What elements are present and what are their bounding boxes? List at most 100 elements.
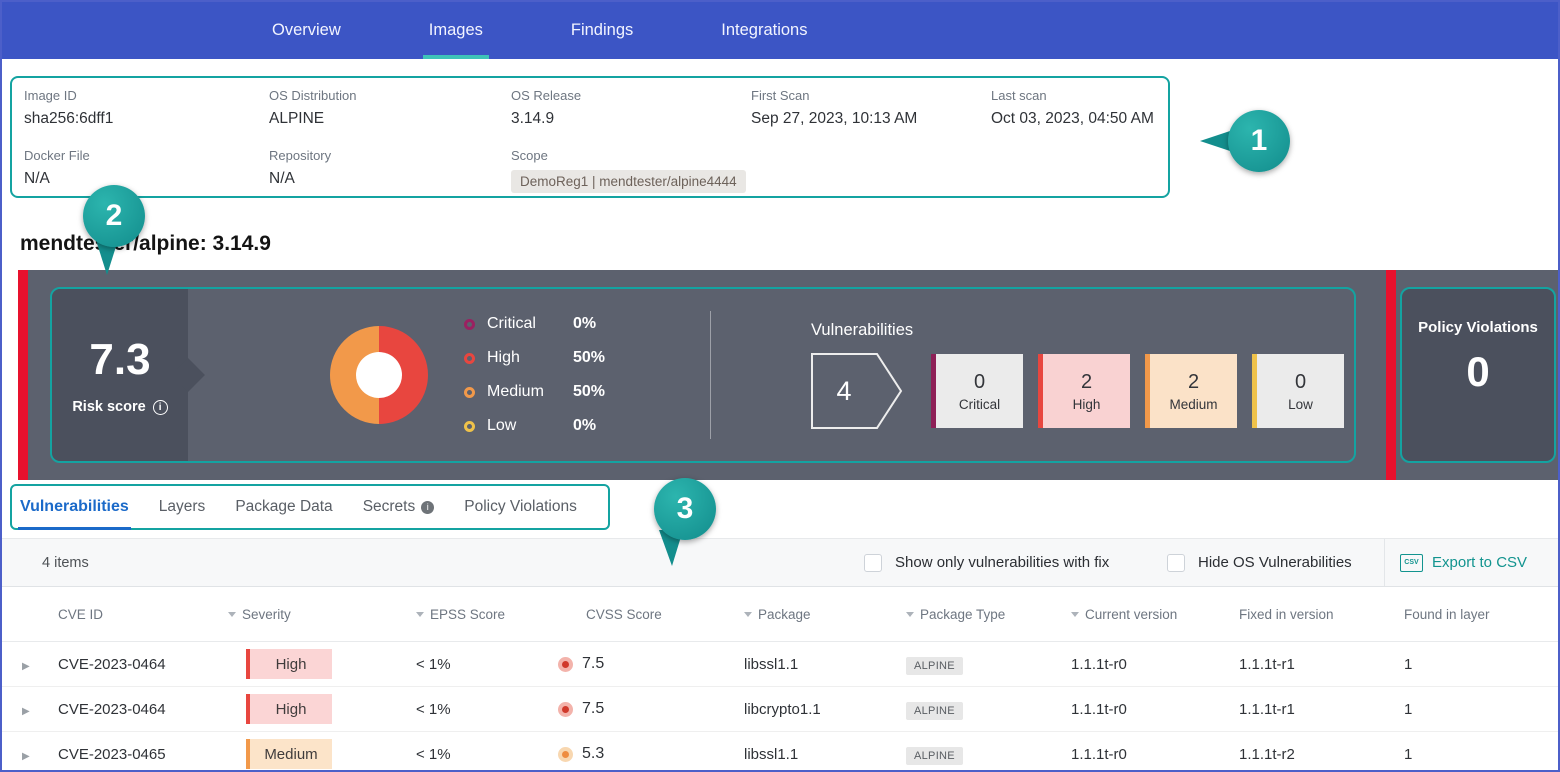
legend-pct: 0% — [573, 417, 596, 435]
meta-value: Oct 03, 2023, 04:50 AM — [991, 110, 1156, 128]
package-type-chip: ALPINE — [906, 657, 963, 675]
scope-chip: DemoReg1 | mendtester/alpine4444 — [511, 170, 746, 193]
header-severity[interactable]: Severity — [228, 607, 408, 622]
critical-stripe-left — [18, 270, 28, 480]
legend-row-critical: Critical 0% — [464, 312, 605, 337]
header-label: Severity — [242, 607, 291, 622]
meta-field-os-release: OS Release 3.14.9 — [511, 88, 751, 128]
active-tab-underline — [18, 527, 131, 530]
filter-icon[interactable] — [416, 612, 424, 617]
cve-id-cell: CVE-2023-0464 — [58, 656, 228, 673]
callout-balloon-2: 2 — [83, 185, 145, 247]
legend-row-medium: Medium 50% — [464, 380, 605, 405]
items-count: 4 items — [42, 539, 89, 586]
cvss-value: 7.5 — [582, 655, 604, 673]
filter-icon[interactable] — [228, 612, 236, 617]
low-count-label: Low — [1288, 397, 1313, 412]
cve-id-cell: CVE-2023-0464 — [58, 701, 228, 718]
cvss-value: 7.5 — [582, 700, 604, 718]
nav-tab-findings[interactable]: Findings — [571, 2, 633, 59]
package-cell: libcrypto1.1 — [744, 701, 906, 718]
risk-score-label-row: Risk score — [72, 399, 167, 415]
package-type-chip: ALPINE — [906, 747, 963, 765]
header-label: CVSS Score — [586, 607, 662, 622]
info-icon[interactable] — [421, 501, 434, 514]
severity-donut — [330, 326, 428, 424]
tab-policy-violations[interactable]: Policy Violations — [464, 498, 577, 516]
header-package[interactable]: Package — [744, 607, 906, 622]
critical-count: 0 — [974, 371, 985, 394]
found-in-layer-cell: 1 — [1404, 701, 1558, 718]
hide-os-label: Hide OS Vulnerabilities — [1198, 554, 1352, 571]
legend-label: Low — [487, 417, 573, 435]
callout-number: 1 — [1228, 110, 1290, 172]
header-label: EPSS Score — [430, 607, 505, 622]
filter-icon[interactable] — [744, 612, 752, 617]
legend-divider — [710, 311, 711, 439]
legend-pct: 50% — [573, 349, 605, 367]
header-current-version[interactable]: Current version — [1071, 607, 1239, 622]
low-dot-icon — [464, 421, 475, 432]
severity-badge: Medium — [246, 739, 332, 769]
tab-vulnerabilities-label: Vulnerabilities — [20, 498, 129, 516]
medium-count-label: Medium — [1170, 397, 1218, 412]
tab-layers[interactable]: Layers — [159, 498, 206, 516]
nav-tab-findings-label: Findings — [571, 21, 633, 40]
detail-tabs-bar: Vulnerabilities Layers Package Data Secr… — [2, 482, 1558, 538]
high-dot-icon — [464, 353, 475, 364]
header-fixed-in-version[interactable]: Fixed in version — [1239, 607, 1404, 622]
header-found-in-layer[interactable]: Found in layer — [1404, 607, 1558, 622]
meta-label: Scope — [511, 148, 751, 163]
export-csv-button[interactable]: CSV Export to CSV — [1400, 539, 1527, 586]
table-row[interactable]: ▶ CVE-2023-0465 Medium < 1% 5.3 libssl1.… — [2, 732, 1558, 772]
header-cve-id[interactable]: CVE ID — [58, 607, 228, 622]
nav-tab-overview-label: Overview — [272, 21, 341, 40]
header-label: Found in layer — [1404, 607, 1490, 622]
severity-badge: High — [246, 649, 332, 679]
tab-secrets-label: Secrets — [363, 498, 416, 516]
header-epss-score[interactable]: EPSS Score — [408, 607, 558, 622]
header-package-type[interactable]: Package Type — [906, 607, 1071, 622]
tab-package-data[interactable]: Package Data — [235, 498, 332, 516]
total-vulnerabilities-count: 4 — [811, 353, 877, 429]
meta-value: N/A — [24, 170, 269, 188]
meta-label: Last scan — [991, 88, 1156, 103]
vulnerabilities-counts-row: 4 0 Critical 2 High 2 Medium — [811, 353, 1344, 429]
cvss-severity-dot-icon — [558, 702, 573, 717]
filter-icon[interactable] — [906, 612, 914, 617]
found-in-layer-cell: 1 — [1404, 746, 1558, 763]
info-icon[interactable] — [153, 400, 168, 415]
severity-legend: Critical 0% High 50% Medium 50% Low 0% — [464, 312, 605, 439]
legend-pct: 50% — [573, 383, 605, 401]
score-arrow-icon — [171, 358, 205, 392]
found-in-layer-cell: 1 — [1404, 656, 1558, 673]
package-cell: libssl1.1 — [744, 746, 906, 763]
fixed-version-cell: 1.1.1t-r1 — [1239, 656, 1404, 673]
row-expander-icon[interactable]: ▶ — [22, 706, 30, 717]
meta-value: Sep 27, 2023, 10:13 AM — [751, 110, 991, 128]
risk-main-panel: 7.3 Risk score Critical 0% High 50% — [50, 287, 1356, 463]
nav-tab-images[interactable]: Images — [429, 2, 483, 59]
table-row[interactable]: ▶ CVE-2023-0464 High < 1% 7.5 libcrypto1… — [2, 687, 1558, 732]
hide-os-checkbox[interactable] — [1167, 554, 1185, 572]
vulnerabilities-title: Vulnerabilities — [811, 321, 1344, 340]
nav-tab-integrations[interactable]: Integrations — [721, 2, 807, 59]
vulnerabilities-summary: Vulnerabilities 4 0 Critical 2 High — [811, 289, 1344, 461]
show-fix-checkbox-group[interactable]: Show only vulnerabilities with fix — [864, 539, 1109, 586]
hide-os-checkbox-group[interactable]: Hide OS Vulnerabilities — [1167, 539, 1352, 586]
active-tab-underline — [423, 55, 489, 59]
filter-icon[interactable] — [1071, 612, 1079, 617]
table-row[interactable]: ▶ CVE-2023-0464 High < 1% 7.5 libssl1.1 … — [2, 642, 1558, 687]
meta-label: Docker File — [24, 148, 269, 163]
row-expander-icon[interactable]: ▶ — [22, 661, 30, 672]
tab-vulnerabilities[interactable]: Vulnerabilities — [20, 498, 129, 516]
policy-violations-count: 0 — [1402, 348, 1554, 396]
tab-secrets[interactable]: Secrets — [363, 498, 435, 516]
image-meta-panel: Image ID sha256:6dff1 OS Distribution AL… — [10, 76, 1170, 198]
tab-layers-label: Layers — [159, 498, 206, 516]
row-expander-icon[interactable]: ▶ — [22, 751, 30, 762]
header-cvss-score[interactable]: CVSS Score — [558, 607, 744, 622]
callout-number: 2 — [83, 185, 145, 247]
show-fix-checkbox[interactable] — [864, 554, 882, 572]
nav-tab-overview[interactable]: Overview — [272, 2, 341, 59]
